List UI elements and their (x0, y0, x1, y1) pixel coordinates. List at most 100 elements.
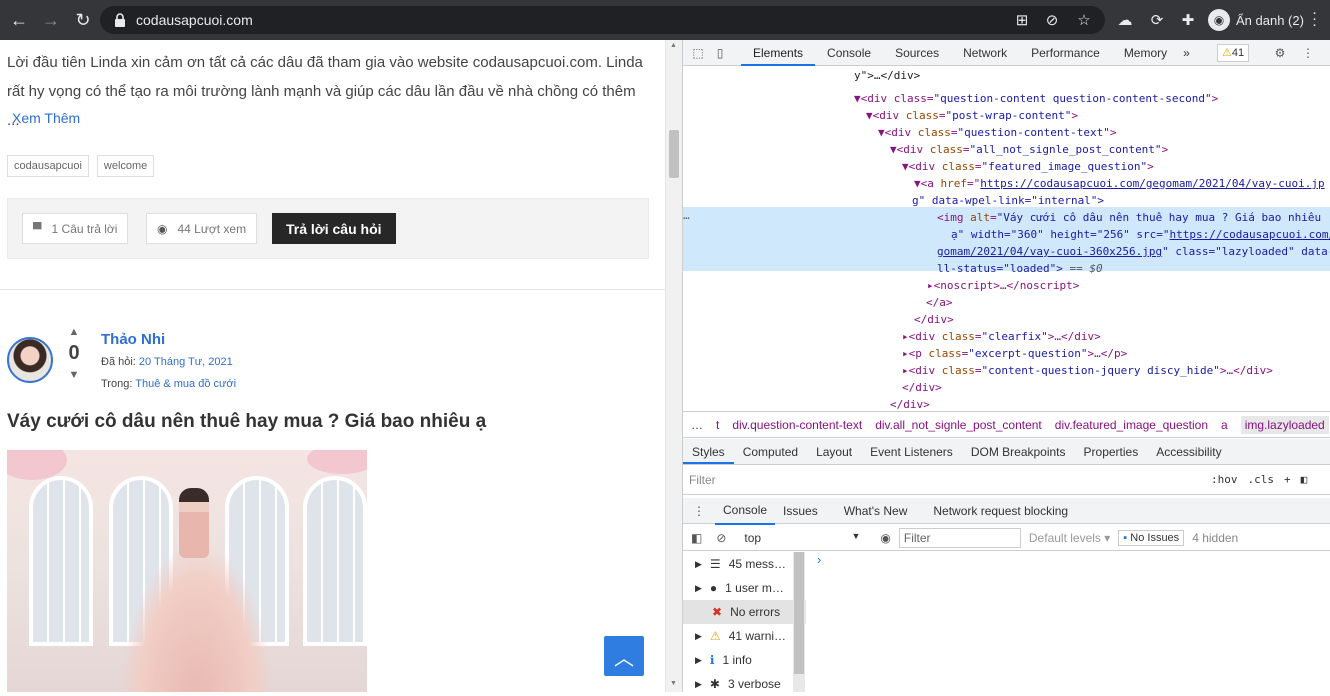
dom-line[interactable]: </div> (902, 379, 942, 396)
dom-line[interactable]: ▸<div class="content-question-jquery dis… (902, 362, 1273, 379)
dom-line[interactable]: ▼<a href="https://codausapcuoi.com/gegom… (914, 175, 1325, 192)
dom-tree[interactable]: y">…</div> ▼<div class="question-content… (683, 67, 1330, 411)
context-select[interactable]: top ▼ (732, 531, 872, 545)
tab-accessibility[interactable]: Accessibility (1147, 439, 1230, 464)
translate-icon[interactable]: ⊞ (1010, 8, 1034, 32)
device-toolbar-icon[interactable]: ▯ (709, 46, 731, 60)
sidebar-item-errors[interactable]: ✖ No errors (683, 600, 806, 624)
avatar[interactable] (7, 337, 53, 383)
scroll-up-icon[interactable]: ▲ (670, 42, 677, 49)
incognito-profile[interactable]: ◉ Ẩn danh (2) (1208, 7, 1304, 33)
puzzle-icon[interactable]: ✚ (1176, 8, 1200, 32)
dom-line[interactable]: </div> (914, 311, 954, 328)
dom-line[interactable]: ▼<div class="all_not_signle_post_content… (890, 141, 1168, 158)
toggle-sidebar-icon[interactable]: ◧ (1301, 473, 1308, 486)
downvote-icon[interactable]: ▼ (64, 369, 84, 381)
dom-line[interactable]: ▸<p class="excerpt-question">…</p> (902, 345, 1127, 362)
tab-whats-new[interactable]: What's New (836, 498, 916, 524)
styles-filter-input[interactable]: Filter (685, 468, 1201, 491)
sidebar-item-messages[interactable]: ▶ ☰ 45 mess… (683, 552, 806, 576)
extension-cloud-icon[interactable]: ☁ (1113, 8, 1137, 32)
sidebar-item-verbose[interactable]: ▶ ✱ 3 verbose (683, 672, 806, 696)
dom-line[interactable]: ▸<div class="clearfix">…</div> (902, 328, 1101, 345)
drawer-menu-icon[interactable]: ⋮ (683, 504, 715, 518)
issues-badge[interactable]: ▪ No Issues (1118, 529, 1185, 546)
tab-console-drawer[interactable]: Console (715, 497, 776, 525)
dom-line[interactable]: ạ" width="360" height="256" src="https:/… (951, 226, 1330, 243)
cls-toggle[interactable]: .cls (1248, 473, 1275, 486)
dom-line[interactable]: y">…</div> (854, 67, 920, 84)
tab-console[interactable]: Console (815, 40, 883, 66)
dom-line[interactable]: ▼<div class="question-content question-c… (854, 90, 1218, 107)
warnings-badge[interactable]: ⚠41 (1217, 44, 1250, 62)
reload-icon[interactable]: ↻ (70, 7, 96, 33)
dom-line[interactable]: ▸<noscript>…</noscript> (927, 277, 1079, 294)
devtools-menu-icon[interactable]: ⋮ (1297, 46, 1319, 60)
tab-performance[interactable]: Performance (1019, 40, 1112, 66)
breadcrumb-item[interactable]: img.lazyloaded (1240, 415, 1329, 434)
dom-line[interactable]: ll-status="loaded"> == $0 (937, 260, 1103, 277)
tab-sources[interactable]: Sources (883, 40, 951, 66)
author-name[interactable]: Thảo Nhi (101, 331, 165, 348)
extension-refresh-icon[interactable]: ⟳ (1145, 8, 1169, 32)
console-filter-input[interactable]: Filter (898, 527, 1021, 548)
dom-line[interactable]: gomam/2021/04/vay-cuoi-360x256.jpg" clas… (937, 243, 1330, 260)
breadcrumb-item[interactable]: t (716, 418, 719, 432)
views-count-button[interactable]: ◉ 44 Lượt xem (146, 213, 258, 244)
sidebar-item-info[interactable]: ▶ ℹ 1 info (683, 648, 806, 672)
tab-elements[interactable]: Elements (741, 40, 816, 66)
sidebar-item-user-messages[interactable]: ▶ ● 1 user m… (683, 576, 806, 600)
tab-event-listeners[interactable]: Event Listeners (861, 439, 962, 464)
breadcrumb-item[interactable]: div.featured_image_question (1055, 418, 1208, 432)
tag-item[interactable]: codausapcuoi (7, 155, 89, 177)
answer-question-button[interactable]: Trả lời câu hỏi (272, 213, 396, 244)
dom-line[interactable]: </a> (926, 294, 953, 311)
gear-icon[interactable]: ⚙ (1269, 46, 1291, 60)
tab-properties[interactable]: Properties (1075, 439, 1148, 464)
featured-image[interactable] (7, 450, 367, 692)
star-icon[interactable]: ☆ (1072, 8, 1096, 32)
console-prompt[interactable]: › (817, 552, 821, 567)
node-actions-icon[interactable]: … (683, 207, 690, 224)
eye-icon[interactable]: ◉ (872, 531, 898, 545)
back-icon[interactable]: ← (6, 7, 32, 33)
category-link[interactable]: Thuê & mua đồ cưới (135, 378, 236, 390)
breadcrumb-item[interactable]: div.question-content-text (732, 418, 862, 432)
dom-line[interactable]: g" data-wpel-link="internal"> (912, 192, 1104, 209)
console-sidebar-icon[interactable]: ◧ (683, 531, 710, 545)
tab-network[interactable]: Network (951, 40, 1019, 66)
tab-memory[interactable]: Memory (1112, 40, 1179, 66)
page-scrollbar[interactable]: ▲ ▼ (665, 40, 682, 692)
dom-line[interactable]: ▼<div class="featured_image_question"> (902, 158, 1154, 175)
dom-line[interactable]: ▼<div class="question-content-text"> (878, 124, 1116, 141)
breadcrumb-item[interactable]: a (1221, 418, 1228, 432)
breadcrumb-item[interactable]: … (691, 418, 703, 432)
read-more-link[interactable]: Xem Thêm (12, 110, 80, 126)
scrollbar-thumb[interactable] (669, 130, 679, 178)
tab-issues[interactable]: Issues (775, 498, 826, 524)
sidebar-item-warnings[interactable]: ▶ ⚠ 41 warni… (683, 624, 806, 648)
menu-kebab-icon[interactable]: · · · (1312, 5, 1317, 32)
more-tabs-icon[interactable]: » (1179, 40, 1194, 66)
eye-off-icon[interactable]: ⊘ (1040, 8, 1064, 32)
scrollbar-thumb[interactable] (794, 552, 804, 674)
tab-dom-breakpoints[interactable]: DOM Breakpoints (962, 439, 1075, 464)
tab-network-request-blocking[interactable]: Network request blocking (925, 498, 1076, 524)
asked-date-link[interactable]: 20 Tháng Tư, 2021 (139, 356, 233, 368)
new-rule-icon[interactable]: + (1284, 473, 1291, 486)
tab-layout[interactable]: Layout (807, 439, 861, 464)
breadcrumb-item[interactable]: div.all_not_signle_post_content (875, 418, 1042, 432)
question-title[interactable]: Váy cưới cô dâu nên thuê hay mua ? Giá b… (7, 411, 486, 433)
scroll-down-icon[interactable]: ▼ (670, 680, 677, 687)
log-levels-dropdown[interactable]: Default levels ▾ (1021, 531, 1118, 545)
hov-toggle[interactable]: :hov (1211, 473, 1238, 486)
sidebar-scrollbar[interactable] (793, 552, 805, 692)
scroll-to-top-button[interactable]: ︿ (604, 636, 644, 676)
inspect-icon[interactable]: ⬚ (687, 46, 709, 60)
forward-icon[interactable]: → (38, 7, 64, 33)
upvote-icon[interactable]: ▲ (64, 326, 84, 338)
dom-line[interactable]: ▼<div class="post-wrap-content"> (866, 107, 1078, 124)
address-bar[interactable]: codausapcuoi.com (100, 6, 1105, 34)
dom-line[interactable]: </div> (890, 396, 930, 411)
dom-line[interactable]: <img alt="Váy cưới cô dâu nên thuê hay m… (937, 209, 1321, 226)
